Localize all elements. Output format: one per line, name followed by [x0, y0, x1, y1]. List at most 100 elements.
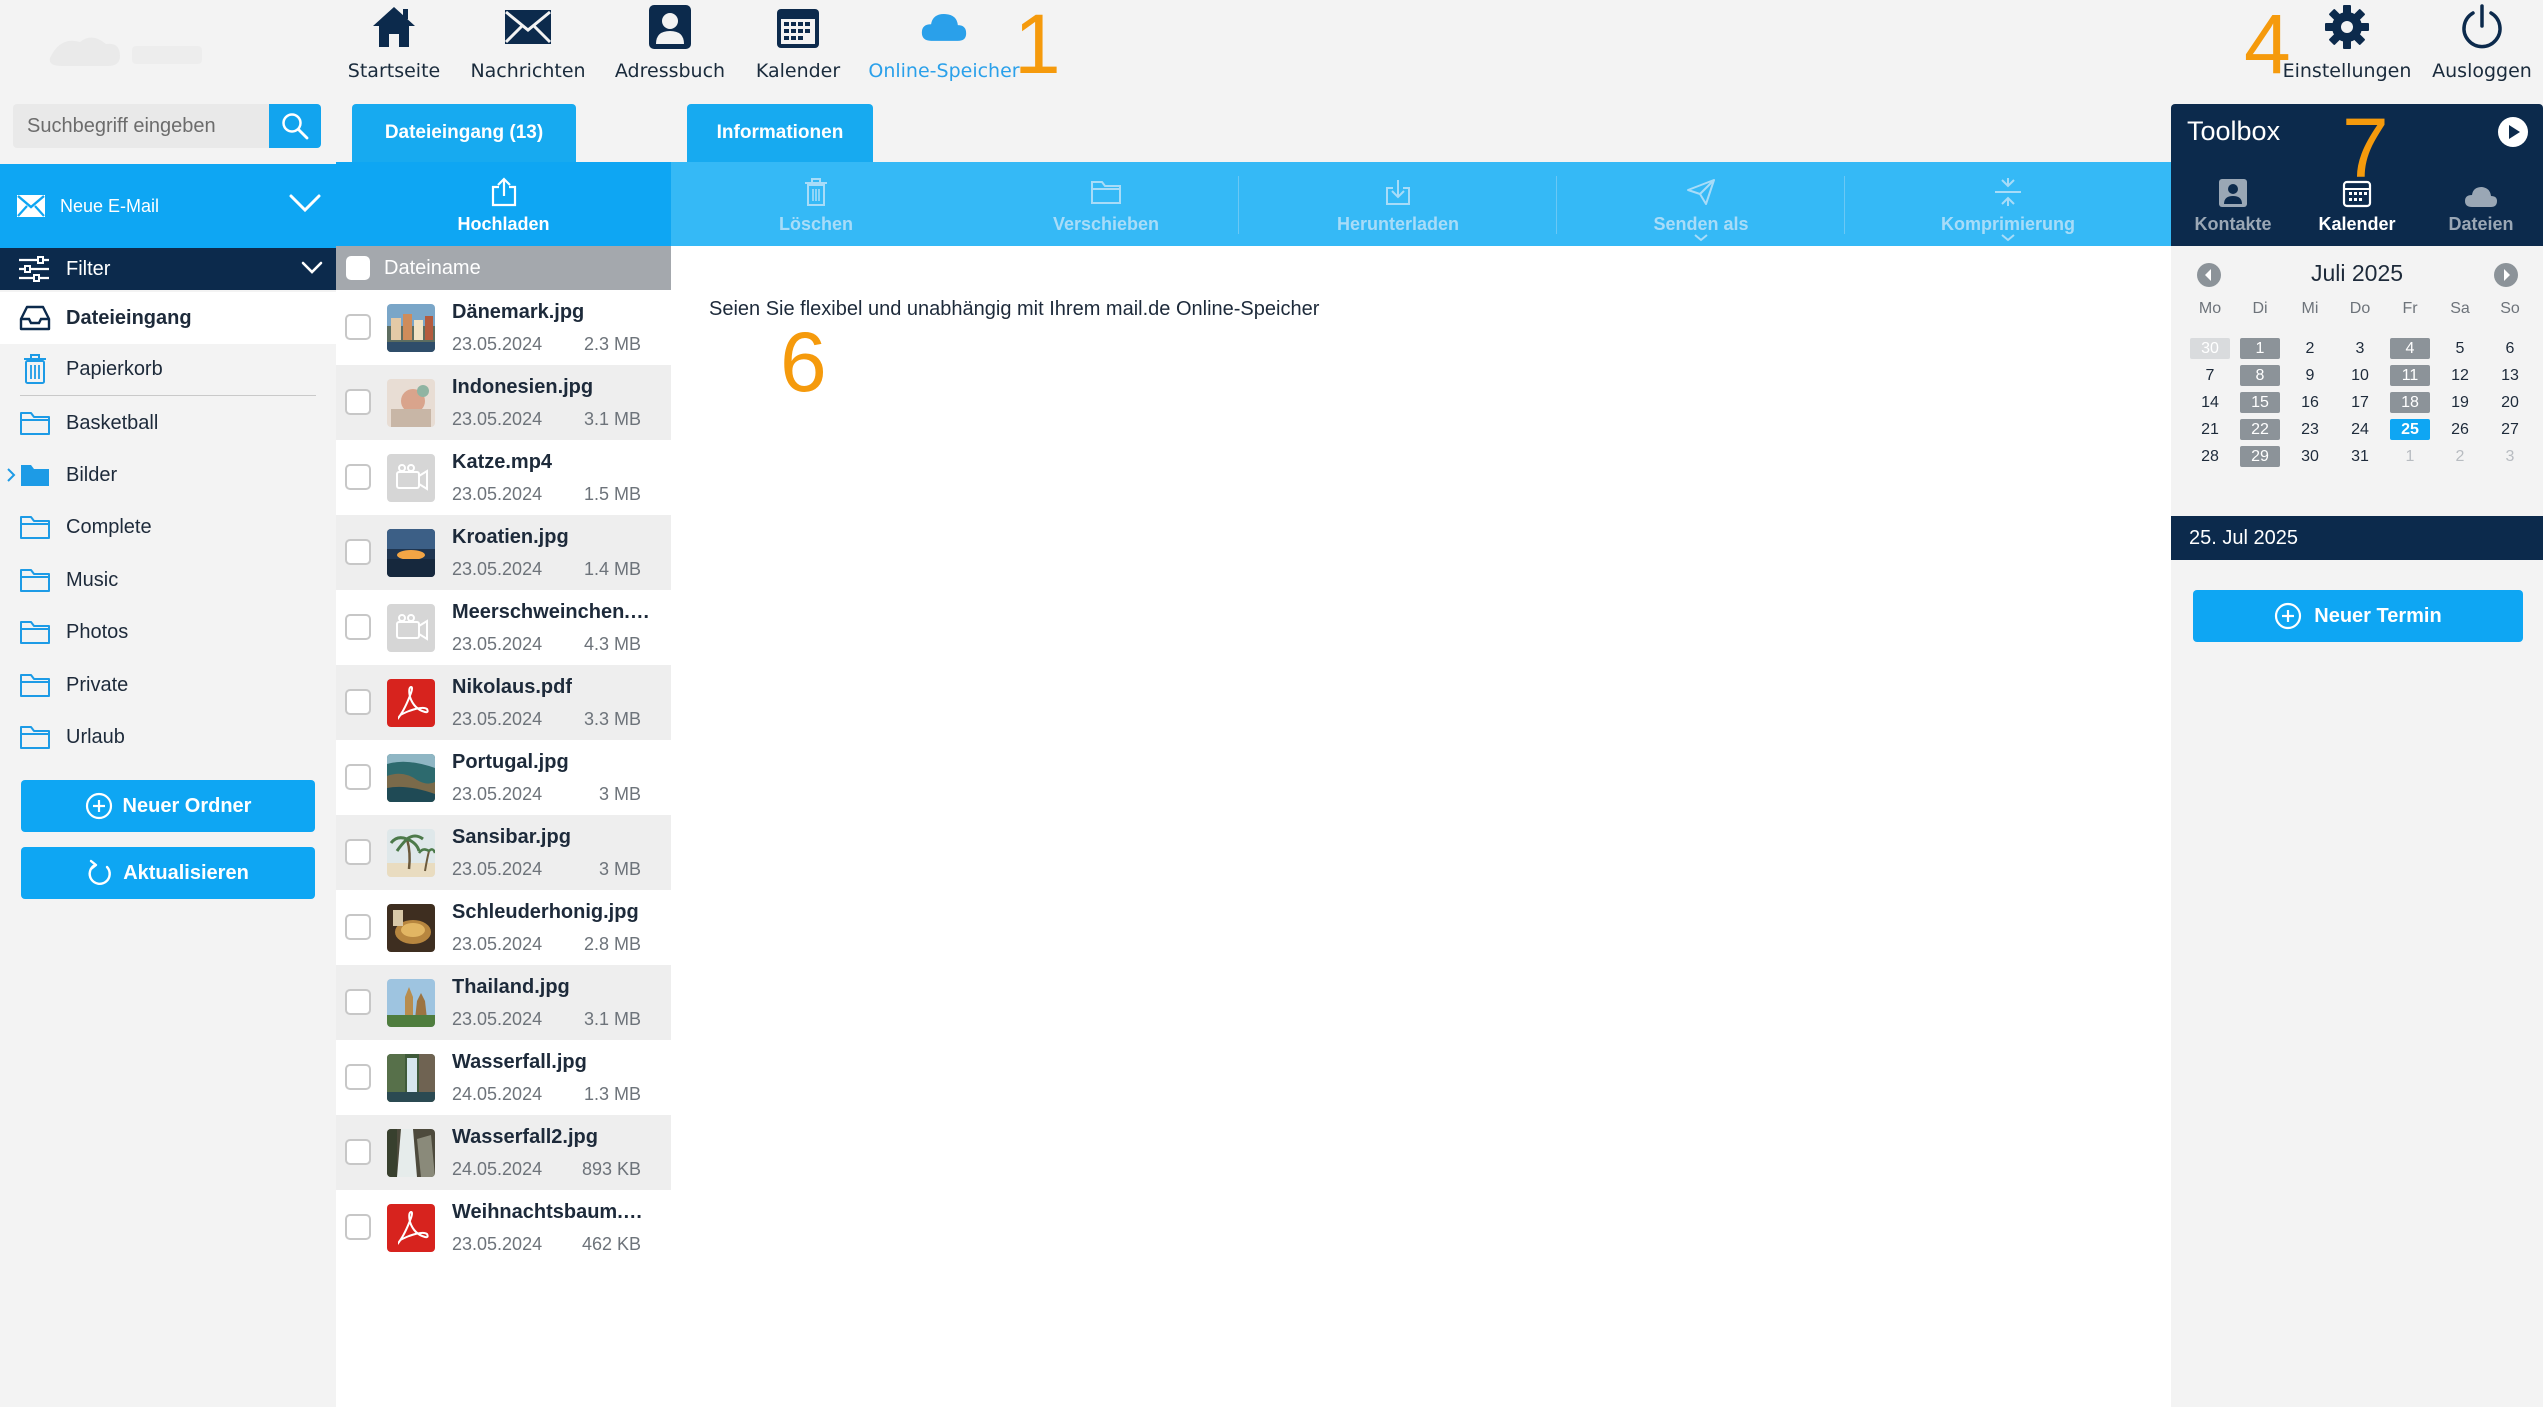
file-row[interactable]: Sansibar.jpg 23.05.2024 3 MB: [336, 815, 671, 890]
file-row[interactable]: Schleuderhonig.jpg 23.05.2024 2.8 MB: [336, 890, 671, 965]
calendar-day[interactable]: 7: [2190, 365, 2230, 386]
upload-button[interactable]: Hochladen: [336, 162, 671, 246]
row-checkbox[interactable]: [345, 389, 371, 415]
calendar-day[interactable]: 26: [2440, 419, 2480, 440]
calendar-day[interactable]: 31: [2340, 446, 2380, 467]
folder-photos[interactable]: Photos: [0, 606, 336, 658]
compress-button[interactable]: Komprimierung: [1845, 162, 2171, 246]
folder-basketball[interactable]: Basketball: [0, 397, 336, 449]
calendar-day[interactable]: 10: [2340, 365, 2380, 386]
calendar-day[interactable]: 1: [2240, 338, 2280, 359]
row-checkbox[interactable]: [345, 989, 371, 1015]
folder-papierkorb[interactable]: Papierkorb: [0, 343, 336, 395]
calendar-day[interactable]: 23: [2290, 419, 2330, 440]
delete-button[interactable]: Löschen: [671, 162, 961, 246]
row-checkbox[interactable]: [345, 839, 371, 865]
move-button[interactable]: Verschieben: [961, 162, 1251, 246]
chevron-down-icon[interactable]: [288, 192, 322, 214]
calendar-day[interactable]: 3: [2490, 446, 2530, 467]
row-checkbox[interactable]: [345, 1064, 371, 1090]
calendar-day[interactable]: 1: [2390, 446, 2430, 467]
file-row[interactable]: Portugal.jpg 23.05.2024 3 MB: [336, 740, 671, 815]
file-row[interactable]: Thailand.jpg 23.05.2024 3.1 MB: [336, 965, 671, 1040]
file-row[interactable]: Wasserfall.jpg 24.05.2024 1.3 MB: [336, 1040, 671, 1115]
nav-einstellungen[interactable]: Einstellungen: [2282, 0, 2412, 88]
folder-dateieingang[interactable]: Dateieingang: [0, 292, 336, 344]
download-button[interactable]: Herunterladen: [1239, 162, 1557, 246]
calendar-day[interactable]: 21: [2190, 419, 2230, 440]
filter-toggle[interactable]: Filter: [0, 248, 336, 290]
row-checkbox[interactable]: [345, 1139, 371, 1165]
row-checkbox[interactable]: [345, 1214, 371, 1240]
file-row[interactable]: Kroatien.jpg 23.05.2024 1.4 MB: [336, 515, 671, 590]
calendar-day[interactable]: 9: [2290, 365, 2330, 386]
row-checkbox[interactable]: [345, 314, 371, 340]
calendar-day[interactable]: 22: [2240, 419, 2280, 440]
calendar-day[interactable]: 14: [2190, 392, 2230, 413]
nav-online-speicher[interactable]: Online-Speicher: [868, 0, 1020, 88]
calendar-day[interactable]: 11: [2390, 365, 2430, 386]
calendar-day[interactable]: 8: [2240, 365, 2280, 386]
calendar-day[interactable]: 27: [2490, 419, 2530, 440]
folder-complete[interactable]: Complete: [0, 501, 336, 553]
calendar-day[interactable]: 18: [2390, 392, 2430, 413]
file-row[interactable]: Meerschweinchen.… 23.05.2024 4.3 MB: [336, 590, 671, 665]
new-email-button[interactable]: Neue E-Mail: [0, 164, 336, 248]
toolbox-tab-kontakte[interactable]: Kontakte: [2171, 174, 2295, 246]
chevron-right-icon[interactable]: [6, 467, 16, 483]
nav-nachrichten[interactable]: Nachrichten: [470, 0, 586, 88]
search-input[interactable]: [13, 104, 269, 148]
calendar-day[interactable]: 4: [2390, 338, 2430, 359]
calendar-day[interactable]: 29: [2240, 446, 2280, 467]
nav-startseite[interactable]: Startseite: [348, 0, 440, 88]
calendar-day[interactable]: 12: [2440, 365, 2480, 386]
search-button[interactable]: [269, 104, 321, 148]
nav-kalender[interactable]: Kalender: [752, 0, 844, 88]
file-row[interactable]: Dänemark.jpg 23.05.2024 2.3 MB: [336, 290, 671, 365]
calendar-day[interactable]: 6: [2490, 338, 2530, 359]
toolbox-tab-dateien[interactable]: Dateien: [2419, 174, 2543, 246]
calendar-day[interactable]: 3: [2340, 338, 2380, 359]
calendar-day[interactable]: 30: [2290, 446, 2330, 467]
calendar-day[interactable]: 24: [2340, 419, 2380, 440]
calendar-day[interactable]: 5: [2440, 338, 2480, 359]
file-row[interactable]: Weihnachtsbaum.… 23.05.2024 462 KB: [336, 1190, 671, 1265]
file-row[interactable]: Nikolaus.pdf 23.05.2024 3.3 MB: [336, 665, 671, 740]
nav-adressbuch[interactable]: Adressbuch: [614, 0, 726, 88]
folder-urlaub[interactable]: Urlaub: [0, 711, 336, 763]
calendar-day-today[interactable]: 25: [2390, 419, 2430, 440]
row-checkbox[interactable]: [345, 539, 371, 565]
folder-private[interactable]: Private: [0, 659, 336, 711]
calendar-next-icon[interactable]: [2493, 262, 2519, 288]
image-thumbnail: [387, 829, 435, 877]
refresh-button[interactable]: Aktualisieren: [21, 847, 315, 899]
select-all-checkbox[interactable]: [346, 256, 370, 280]
play-circle-icon[interactable]: [2497, 116, 2529, 148]
calendar-day[interactable]: 17: [2340, 392, 2380, 413]
tab-informationen[interactable]: Informationen: [687, 104, 873, 162]
tab-dateieingang[interactable]: Dateieingang (13): [352, 104, 576, 162]
calendar-day[interactable]: 2: [2290, 338, 2330, 359]
row-checkbox[interactable]: [345, 464, 371, 490]
row-checkbox[interactable]: [345, 764, 371, 790]
new-event-button[interactable]: Neuer Termin: [2193, 590, 2523, 642]
calendar-day[interactable]: 15: [2240, 392, 2280, 413]
row-checkbox[interactable]: [345, 689, 371, 715]
folder-music[interactable]: Music: [0, 554, 336, 606]
calendar-day[interactable]: 2: [2440, 446, 2480, 467]
calendar-day[interactable]: 30: [2190, 338, 2230, 359]
row-checkbox[interactable]: [345, 614, 371, 640]
calendar-day[interactable]: 20: [2490, 392, 2530, 413]
folder-bilder[interactable]: Bilder: [0, 449, 336, 501]
file-row[interactable]: Katze.mp4 23.05.2024 1.5 MB: [336, 440, 671, 515]
file-row[interactable]: Indonesien.jpg 23.05.2024 3.1 MB: [336, 365, 671, 440]
row-checkbox[interactable]: [345, 914, 371, 940]
send-as-button[interactable]: Senden als: [1557, 162, 1845, 246]
calendar-day[interactable]: 19: [2440, 392, 2480, 413]
calendar-day[interactable]: 16: [2290, 392, 2330, 413]
nav-ausloggen[interactable]: Ausloggen: [2430, 0, 2534, 88]
new-folder-button[interactable]: Neuer Ordner: [21, 780, 315, 832]
calendar-day[interactable]: 28: [2190, 446, 2230, 467]
calendar-day[interactable]: 13: [2490, 365, 2530, 386]
file-row[interactable]: Wasserfall2.jpg 24.05.2024 893 KB: [336, 1115, 671, 1190]
